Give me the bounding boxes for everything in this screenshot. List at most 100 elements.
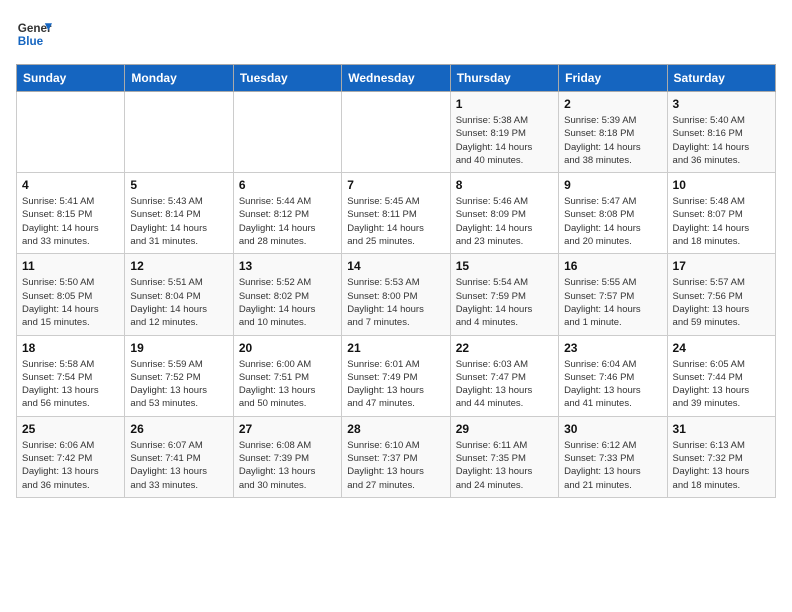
day-cell: 17 Sunrise: 5:57 AM Sunset: 7:56 PM Dayli… bbox=[667, 254, 775, 335]
day-number: 22 bbox=[456, 341, 553, 355]
col-header-sunday: Sunday bbox=[17, 65, 125, 92]
day-info: Sunrise: 5:41 AM Sunset: 8:15 PM Dayligh… bbox=[22, 195, 119, 248]
day-number: 8 bbox=[456, 178, 553, 192]
day-info: Sunrise: 5:40 AM Sunset: 8:16 PM Dayligh… bbox=[673, 114, 770, 167]
day-cell: 12 Sunrise: 5:51 AM Sunset: 8:04 PM Dayli… bbox=[125, 254, 233, 335]
day-cell: 18 Sunrise: 5:58 AM Sunset: 7:54 PM Dayli… bbox=[17, 335, 125, 416]
day-cell: 21Sunrise: 6:01 AM Sunset: 7:49 PM Dayli… bbox=[342, 335, 450, 416]
day-info: Sunrise: 5:52 AM Sunset: 8:02 PM Dayligh… bbox=[239, 276, 336, 329]
day-cell: 8 Sunrise: 5:46 AM Sunset: 8:09 PM Daylig… bbox=[450, 173, 558, 254]
day-info: Sunrise: 5:59 AM Sunset: 7:52 PM Dayligh… bbox=[130, 358, 227, 411]
day-info: Sunrise: 5:50 AM Sunset: 8:05 PM Dayligh… bbox=[22, 276, 119, 329]
day-number: 23 bbox=[564, 341, 661, 355]
day-number: 1 bbox=[456, 97, 553, 111]
week-row-1: 1Sunrise: 5:38 AM Sunset: 8:19 PM Daylig… bbox=[17, 92, 776, 173]
day-info: Sunrise: 5:39 AM Sunset: 8:18 PM Dayligh… bbox=[564, 114, 661, 167]
day-cell: 20 Sunrise: 6:00 AM Sunset: 7:51 PM Dayli… bbox=[233, 335, 341, 416]
day-cell: 10 Sunrise: 5:48 AM Sunset: 8:07 PM Dayli… bbox=[667, 173, 775, 254]
day-cell: 9 Sunrise: 5:47 AM Sunset: 8:08 PM Daylig… bbox=[559, 173, 667, 254]
day-info: Sunrise: 5:57 AM Sunset: 7:56 PM Dayligh… bbox=[673, 276, 770, 329]
col-header-friday: Friday bbox=[559, 65, 667, 92]
col-header-saturday: Saturday bbox=[667, 65, 775, 92]
day-info: Sunrise: 5:46 AM Sunset: 8:09 PM Dayligh… bbox=[456, 195, 553, 248]
day-cell: 11 Sunrise: 5:50 AM Sunset: 8:05 PM Dayli… bbox=[17, 254, 125, 335]
day-cell: 22 Sunrise: 6:03 AM Sunset: 7:47 PM Dayli… bbox=[450, 335, 558, 416]
logo-icon: General Blue bbox=[16, 16, 52, 52]
day-cell: 13 Sunrise: 5:52 AM Sunset: 8:02 PM Dayli… bbox=[233, 254, 341, 335]
day-cell: 29Sunrise: 6:11 AM Sunset: 7:35 PM Dayli… bbox=[450, 416, 558, 497]
day-info: Sunrise: 6:04 AM Sunset: 7:46 PM Dayligh… bbox=[564, 358, 661, 411]
day-info: Sunrise: 6:00 AM Sunset: 7:51 PM Dayligh… bbox=[239, 358, 336, 411]
day-number: 15 bbox=[456, 259, 553, 273]
day-info: Sunrise: 5:45 AM Sunset: 8:11 PM Dayligh… bbox=[347, 195, 444, 248]
day-info: Sunrise: 5:43 AM Sunset: 8:14 PM Dayligh… bbox=[130, 195, 227, 248]
day-number: 10 bbox=[673, 178, 770, 192]
week-row-5: 25 Sunrise: 6:06 AM Sunset: 7:42 PM Dayli… bbox=[17, 416, 776, 497]
day-cell: 24Sunrise: 6:05 AM Sunset: 7:44 PM Dayli… bbox=[667, 335, 775, 416]
day-number: 25 bbox=[22, 422, 119, 436]
day-number: 2 bbox=[564, 97, 661, 111]
week-row-3: 11 Sunrise: 5:50 AM Sunset: 8:05 PM Dayli… bbox=[17, 254, 776, 335]
day-cell: 3 Sunrise: 5:40 AM Sunset: 8:16 PM Daylig… bbox=[667, 92, 775, 173]
calendar-header: SundayMondayTuesdayWednesdayThursdayFrid… bbox=[17, 65, 776, 92]
day-number: 28 bbox=[347, 422, 444, 436]
day-cell: 30Sunrise: 6:12 AM Sunset: 7:33 PM Dayli… bbox=[559, 416, 667, 497]
day-cell: 5 Sunrise: 5:43 AM Sunset: 8:14 PM Daylig… bbox=[125, 173, 233, 254]
day-number: 31 bbox=[673, 422, 770, 436]
day-info: Sunrise: 6:07 AM Sunset: 7:41 PM Dayligh… bbox=[130, 439, 227, 492]
day-number: 7 bbox=[347, 178, 444, 192]
page-header: General Blue bbox=[16, 16, 776, 52]
day-info: Sunrise: 5:55 AM Sunset: 7:57 PM Dayligh… bbox=[564, 276, 661, 329]
day-info: Sunrise: 5:54 AM Sunset: 7:59 PM Dayligh… bbox=[456, 276, 553, 329]
day-info: Sunrise: 6:06 AM Sunset: 7:42 PM Dayligh… bbox=[22, 439, 119, 492]
col-header-tuesday: Tuesday bbox=[233, 65, 341, 92]
day-cell: 31 Sunrise: 6:13 AM Sunset: 7:32 PM Dayli… bbox=[667, 416, 775, 497]
day-number: 13 bbox=[239, 259, 336, 273]
day-number: 19 bbox=[130, 341, 227, 355]
col-header-thursday: Thursday bbox=[450, 65, 558, 92]
day-number: 21 bbox=[347, 341, 444, 355]
day-info: Sunrise: 6:13 AM Sunset: 7:32 PM Dayligh… bbox=[673, 439, 770, 492]
svg-text:Blue: Blue bbox=[18, 35, 44, 48]
day-number: 18 bbox=[22, 341, 119, 355]
logo: General Blue bbox=[16, 16, 52, 52]
day-info: Sunrise: 6:08 AM Sunset: 7:39 PM Dayligh… bbox=[239, 439, 336, 492]
day-number: 11 bbox=[22, 259, 119, 273]
day-number: 6 bbox=[239, 178, 336, 192]
day-info: Sunrise: 5:48 AM Sunset: 8:07 PM Dayligh… bbox=[673, 195, 770, 248]
day-number: 29 bbox=[456, 422, 553, 436]
day-cell: 28Sunrise: 6:10 AM Sunset: 7:37 PM Dayli… bbox=[342, 416, 450, 497]
day-cell bbox=[125, 92, 233, 173]
day-cell bbox=[17, 92, 125, 173]
calendar-body: 1Sunrise: 5:38 AM Sunset: 8:19 PM Daylig… bbox=[17, 92, 776, 498]
day-info: Sunrise: 5:53 AM Sunset: 8:00 PM Dayligh… bbox=[347, 276, 444, 329]
day-info: Sunrise: 5:44 AM Sunset: 8:12 PM Dayligh… bbox=[239, 195, 336, 248]
day-info: Sunrise: 5:58 AM Sunset: 7:54 PM Dayligh… bbox=[22, 358, 119, 411]
day-cell: 15 Sunrise: 5:54 AM Sunset: 7:59 PM Dayli… bbox=[450, 254, 558, 335]
day-cell: 16 Sunrise: 5:55 AM Sunset: 7:57 PM Dayli… bbox=[559, 254, 667, 335]
day-info: Sunrise: 6:03 AM Sunset: 7:47 PM Dayligh… bbox=[456, 358, 553, 411]
week-row-4: 18 Sunrise: 5:58 AM Sunset: 7:54 PM Dayli… bbox=[17, 335, 776, 416]
day-cell: 25 Sunrise: 6:06 AM Sunset: 7:42 PM Dayli… bbox=[17, 416, 125, 497]
day-cell: 14 Sunrise: 5:53 AM Sunset: 8:00 PM Dayli… bbox=[342, 254, 450, 335]
day-number: 5 bbox=[130, 178, 227, 192]
day-number: 9 bbox=[564, 178, 661, 192]
week-row-2: 4Sunrise: 5:41 AM Sunset: 8:15 PM Daylig… bbox=[17, 173, 776, 254]
day-info: Sunrise: 6:12 AM Sunset: 7:33 PM Dayligh… bbox=[564, 439, 661, 492]
calendar-table: SundayMondayTuesdayWednesdayThursdayFrid… bbox=[16, 64, 776, 498]
day-number: 12 bbox=[130, 259, 227, 273]
day-number: 24 bbox=[673, 341, 770, 355]
day-cell: 7 Sunrise: 5:45 AM Sunset: 8:11 PM Daylig… bbox=[342, 173, 450, 254]
day-info: Sunrise: 5:51 AM Sunset: 8:04 PM Dayligh… bbox=[130, 276, 227, 329]
col-header-monday: Monday bbox=[125, 65, 233, 92]
day-cell: 6 Sunrise: 5:44 AM Sunset: 8:12 PM Daylig… bbox=[233, 173, 341, 254]
day-number: 16 bbox=[564, 259, 661, 273]
day-number: 17 bbox=[673, 259, 770, 273]
day-number: 20 bbox=[239, 341, 336, 355]
col-header-wednesday: Wednesday bbox=[342, 65, 450, 92]
day-cell: 4Sunrise: 5:41 AM Sunset: 8:15 PM Daylig… bbox=[17, 173, 125, 254]
day-number: 3 bbox=[673, 97, 770, 111]
day-cell: 27Sunrise: 6:08 AM Sunset: 7:39 PM Dayli… bbox=[233, 416, 341, 497]
day-number: 14 bbox=[347, 259, 444, 273]
day-info: Sunrise: 5:47 AM Sunset: 8:08 PM Dayligh… bbox=[564, 195, 661, 248]
